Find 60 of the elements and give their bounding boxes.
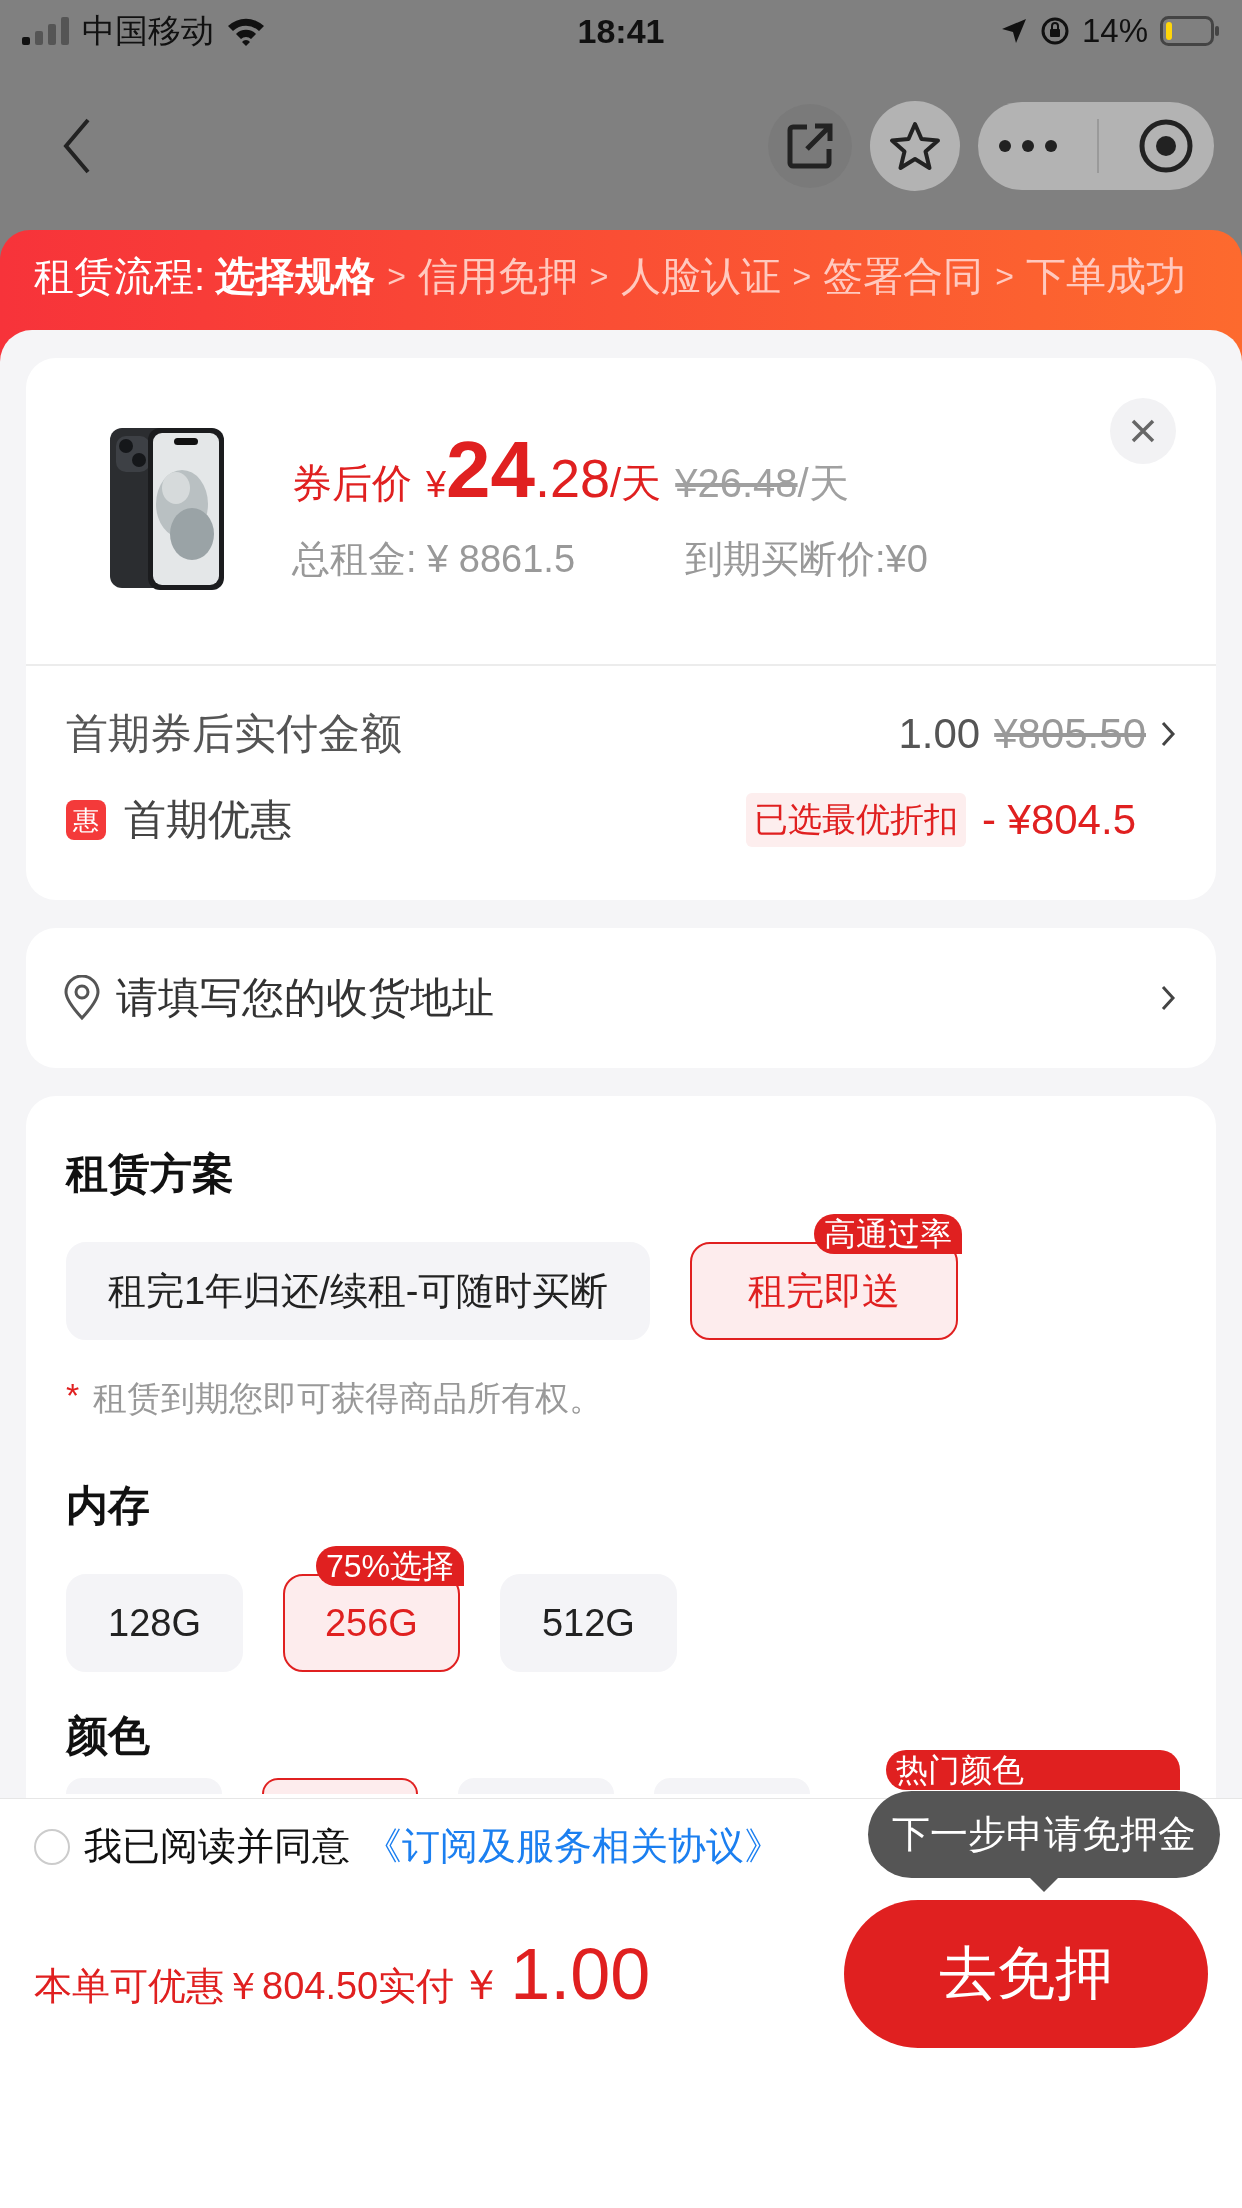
progress-label: 租赁流程: [34, 254, 206, 298]
more-icon[interactable] [997, 139, 1058, 153]
option-badge: 75%选择 [315, 1546, 464, 1586]
discount-label: 首期优惠 [124, 795, 292, 845]
first-payment-row[interactable]: 首期券后实付金额 1.00 ¥805.50 [26, 666, 1216, 762]
note-text: 租赁到期您即可获得商品所有权。 [93, 1378, 604, 1419]
step-separator: > [589, 257, 609, 296]
step-separator: > [792, 257, 812, 296]
current-price: ¥24.28/天 [426, 424, 662, 516]
battery-percent: 14% [1081, 12, 1148, 50]
share-icon [785, 121, 835, 171]
progress-step: 签署合同 [823, 254, 984, 298]
original-amount: ¥805.50 [994, 710, 1146, 758]
close-icon [1131, 419, 1155, 443]
payment-summary: 本单可优惠￥804.50实付￥1.00 [34, 1933, 651, 2015]
option-badge: 高通过率 [814, 1214, 963, 1254]
buyout-price: 到期买断价:¥0 [685, 537, 928, 582]
target-icon[interactable] [1138, 118, 1195, 174]
payment-label: 首期券后实付金额 [66, 709, 402, 759]
original-price: ¥26.48/天 [675, 460, 849, 507]
battery-icon [1160, 16, 1220, 46]
progress-step: 选择规格 [215, 254, 376, 298]
address-prompt: 请填写您的收货地址 [116, 973, 494, 1023]
asterisk-mark: * [66, 1376, 80, 1416]
agree-text: 我已阅读并同意 [84, 1824, 350, 1869]
wifi-icon [226, 16, 266, 46]
option-chip[interactable]: 租完1年归还/续租-可随时买断 [66, 1242, 651, 1340]
section-title: 租赁方案 [66, 1149, 235, 1199]
status-time: 18:41 [577, 11, 665, 51]
rotation-lock-icon [1039, 16, 1070, 46]
section-title: 内存 [66, 1481, 151, 1531]
discount-tag: 已选最优折扣 [745, 793, 966, 847]
carrier-name: 中国移动 [82, 10, 214, 51]
agreement-link[interactable]: 《订阅及服务相关协议》 [364, 1821, 782, 1872]
agree-checkbox[interactable] [34, 1828, 70, 1865]
deposit-free-button[interactable]: 去免押 [844, 1900, 1208, 2048]
option-badge: 热门颜色 [886, 1750, 1180, 1790]
option-chip[interactable] [262, 1778, 418, 1794]
payment-amount: 1.00 [898, 710, 981, 758]
option-chip[interactable]: 512G [499, 1574, 677, 1672]
step-separator: > [995, 257, 1014, 296]
location-pin-icon [62, 975, 102, 1021]
discount-amount: - ¥804.5 [981, 796, 1136, 844]
chevron-icon [1160, 720, 1176, 748]
section-title: 颜色 [66, 1711, 151, 1761]
address-card[interactable]: 请填写您的收货地址 [26, 928, 1216, 1068]
tooltip-arrow [1030, 1878, 1058, 1892]
star-icon [889, 121, 941, 171]
signal-icon [22, 17, 70, 45]
total-rent: 总租金: ¥ 8861.5 [292, 537, 576, 582]
progress-step: 人脸认证 [620, 254, 781, 298]
chevron-icon [1160, 984, 1176, 1012]
tooltip: 下一步申请免押金 [868, 1791, 1220, 1878]
progress-step: 下单成功 [1025, 254, 1186, 298]
price-label: 券后价 [292, 460, 412, 507]
step-separator: > [387, 257, 406, 296]
back-icon[interactable] [62, 118, 92, 174]
discount-icon: 惠 [66, 800, 106, 840]
progress-step: 信用免押 [417, 254, 578, 298]
option-chip[interactable]: 128G [66, 1574, 243, 1672]
